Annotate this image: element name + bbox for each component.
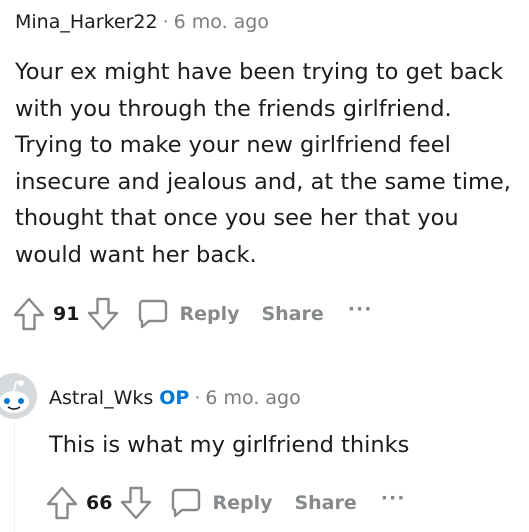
more-options-button[interactable]: ··· [348,298,373,320]
reply-button[interactable]: Reply [170,487,272,519]
op-badge: OP [159,387,190,409]
vote-count: 91 [53,303,80,325]
reply-button[interactable]: Reply [137,298,239,330]
comment-timestamp[interactable]: 6 mo. ago [174,11,269,33]
comment-author[interactable]: Astral_Wks [49,387,153,409]
comment-meta: Mina_Harker22 · 6 mo. ago [15,10,269,34]
share-button[interactable]: Share [261,303,323,325]
comment-author[interactable]: Mina_Harker22 [15,11,158,33]
more-options-button[interactable]: ··· [381,487,406,509]
meta-separator: · [194,387,201,409]
comment-actions: 91 Reply Share ··· [13,294,372,334]
comment-bubble-icon [170,487,202,519]
downvote-arrow-icon[interactable] [87,297,119,331]
meta-separator: · [162,11,169,33]
reply-label: Reply [212,492,273,514]
comment-meta: Astral_Wks OP · 6 mo. ago [49,386,301,410]
comment-body: This is what my girlfriend thinks [49,432,410,458]
comment-bubble-icon [137,298,169,330]
upvote-arrow-icon[interactable] [13,297,45,331]
share-button[interactable]: Share [294,492,356,514]
thread-line[interactable] [14,423,15,532]
comment-actions: 66 Reply Share ··· [46,483,405,523]
reddit-snoo-avatar-icon[interactable] [0,372,38,420]
comment-timestamp[interactable]: 6 mo. ago [205,387,300,409]
comment-body: Your ex might have been trying to get ba… [15,59,511,268]
vote-count: 66 [86,492,113,514]
downvote-arrow-icon[interactable] [120,486,152,520]
reply-label: Reply [179,303,240,325]
upvote-arrow-icon[interactable] [46,486,78,520]
